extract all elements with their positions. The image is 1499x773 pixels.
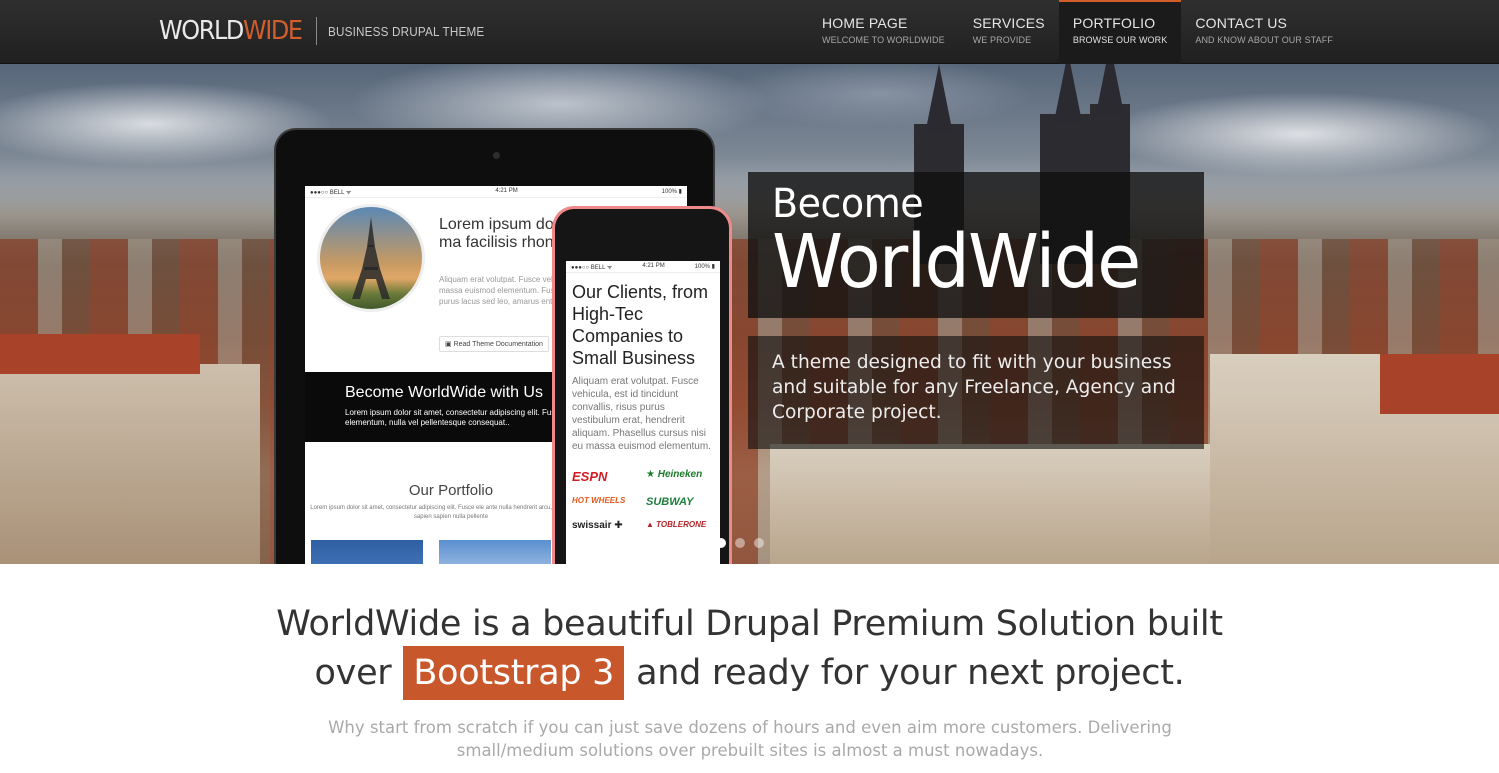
eiffel-tower-image xyxy=(317,204,425,312)
phone-heading: Our Clients, from High-Tec Companies to … xyxy=(572,282,709,368)
phone-text: Aliquam erat volutpat. Fusce vehicula, e… xyxy=(572,376,711,452)
nav-item-title: HOME PAGE xyxy=(822,15,908,31)
nav-item-subtitle: WE PROVIDE xyxy=(972,35,1032,45)
logo-wordmark: WORLDWIDE xyxy=(159,16,303,46)
nav-item-subtitle: AND KNOW ABOUT OUR STAFF xyxy=(1195,35,1333,45)
slider-dot-3[interactable] xyxy=(754,538,764,548)
nav-item-title: PORTFOLIO xyxy=(1072,15,1156,31)
intro-headline-line2: over Bootstrap 3 and ready for your next… xyxy=(0,646,1499,700)
tablet-status-bar: ●●●○○ BELL ᯤ 4:21 PM 100% ▮ xyxy=(305,186,687,198)
nav-item-title: SERVICES xyxy=(972,15,1045,31)
nav-item-subtitle: BROWSE OUR WORK xyxy=(1072,35,1168,45)
book-icon: ▣ xyxy=(445,341,454,348)
nav-item-portfolio[interactable]: PORTFOLIO BROWSE OUR WORK xyxy=(1058,0,1182,64)
tablet-camera xyxy=(493,152,500,159)
site-header: WORLDWIDE BUSINESS DRUPAL THEME HOME PAG… xyxy=(0,0,1499,64)
nav-item-subtitle: WELCOME TO WORLDWIDE xyxy=(822,35,945,45)
slide-description: A theme designed to fit with your busine… xyxy=(772,351,1176,423)
intro-line2-pre: over xyxy=(314,653,392,693)
slider-dot-2[interactable] xyxy=(735,538,745,548)
read-docs-button[interactable]: ▣ Read Theme Documentation xyxy=(439,336,549,352)
slide-title-box: Become WorldWide xyxy=(748,172,1204,318)
logo-divider xyxy=(316,17,318,45)
intro-section: WorldWide is a beautiful Drupal Premium … xyxy=(0,564,1499,773)
phone-screen: ●●●○○ BELL ᯤ 4:21 PM 100% ▮ Our Clients,… xyxy=(566,261,720,564)
intro-line2-post: and ready for your next project. xyxy=(636,653,1185,693)
intro-subtext: Why start from scratch if you can just s… xyxy=(328,718,1172,760)
client-logo-hotwheels: HOT WHEELS xyxy=(572,496,626,505)
nav-item-home[interactable]: HOME PAGE WELCOME TO WORLDWIDE xyxy=(808,0,959,64)
intro-headline-line1: WorldWide is a beautiful Drupal Premium … xyxy=(276,604,1223,644)
client-logo-swissair: swissair ✚ xyxy=(572,520,623,531)
portfolio-thumbnail xyxy=(311,540,423,564)
tablet-banner-text: Lorem ipsum dolor sit amet, consectetur … xyxy=(345,408,564,427)
nav-item-title: CONTACT US xyxy=(1195,15,1288,31)
phone-mockup: ●●●○○ BELL ᯤ 4:21 PM 100% ▮ Our Clients,… xyxy=(552,206,732,564)
site-logo[interactable]: WORLDWIDE BUSINESS DRUPAL THEME xyxy=(159,15,502,47)
slide-title-big: WorldWide xyxy=(772,219,1141,305)
main-nav: HOME PAGE WELCOME TO WORLDWIDE SERVICES … xyxy=(808,0,1347,64)
nav-item-contact[interactable]: CONTACT US AND KNOW ABOUT OUR STAFF xyxy=(1181,0,1347,64)
phone-status-bar: ●●●○○ BELL ᯤ 4:21 PM 100% ▮ xyxy=(566,261,720,273)
slider-dot-1[interactable] xyxy=(716,538,726,548)
hero-slider: ●●●○○ BELL ᯤ 4:21 PM 100% ▮ Lorem ipsum … xyxy=(0,64,1499,564)
logo-tagline: BUSINESS DRUPAL THEME xyxy=(328,23,485,39)
client-logos: ESPN ★ Heineken HOT WHEELS SUBWAY swissa… xyxy=(566,453,720,531)
portfolio-thumbnail xyxy=(439,540,551,564)
slide-description-box: A theme designed to fit with your busine… xyxy=(748,336,1204,449)
client-logo-espn: ESPN xyxy=(572,469,608,484)
bootstrap-highlight: Bootstrap 3 xyxy=(403,646,625,700)
slider-pagination xyxy=(716,538,764,548)
client-logo-subway: SUBWAY xyxy=(646,496,694,508)
nav-item-services[interactable]: SERVICES WE PROVIDE xyxy=(959,0,1059,64)
client-logo-toblerone: ▲ TOBLERONE xyxy=(646,520,707,529)
client-logo-heineken: ★ Heineken xyxy=(646,469,703,480)
